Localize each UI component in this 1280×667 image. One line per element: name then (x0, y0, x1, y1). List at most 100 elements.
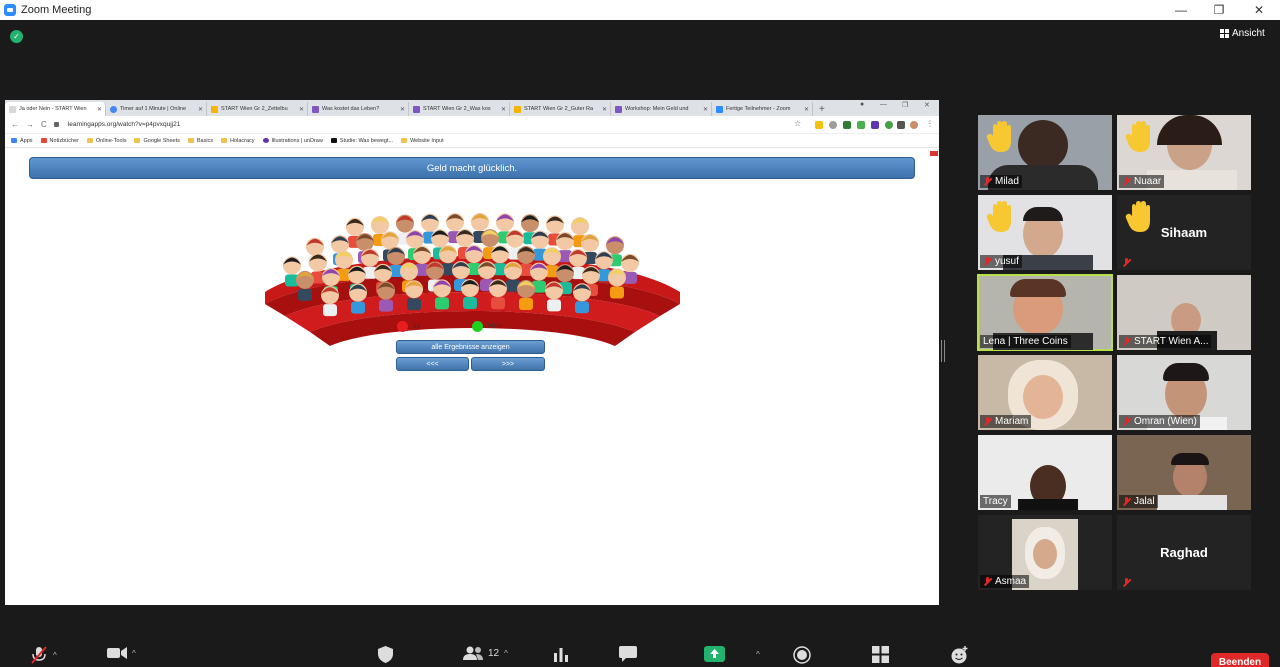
close-tab-icon[interactable]: ✕ (501, 106, 506, 113)
browser-menu-icon[interactable]: ⋮ (926, 119, 934, 128)
video-tile[interactable]: Sihaam (1117, 195, 1251, 270)
extensions-puzzle-icon[interactable] (897, 121, 905, 129)
character-body (575, 301, 589, 314)
browser-tab[interactable]: START Wien Gr 2_Guter Ra ✕ (510, 102, 611, 116)
browser-tab[interactable]: Fertige Teilnehmer - Zoom ✕ (712, 102, 813, 116)
language-flag-icon[interactable] (930, 151, 938, 156)
browser-tab[interactable]: Ja oder Nein - START Wien ✕ (5, 102, 106, 116)
close-tab-icon[interactable]: ✕ (299, 106, 304, 113)
legend-yes: Ja (397, 321, 420, 332)
bookmark-item[interactable]: Holacracy (221, 138, 255, 144)
extension-icon[interactable] (857, 121, 865, 129)
participant-status (1119, 577, 1134, 588)
video-tile[interactable]: Asmaa (978, 515, 1112, 590)
extension-icon[interactable] (843, 121, 851, 129)
security-button[interactable] (378, 646, 393, 663)
browser-tab[interactable]: Workshop: Mein Geld und ✕ (611, 102, 712, 116)
share-screen-button[interactable]: ^ (704, 646, 760, 662)
reactions-button[interactable] (951, 646, 969, 664)
muted-mic-icon (1122, 417, 1131, 426)
bookmark-star-icon[interactable]: ☆ (794, 119, 801, 128)
reload-icon[interactable]: C (41, 120, 47, 129)
browser-tab[interactable]: START Wien Gr 2_Zettelbu ✕ (207, 102, 308, 116)
character-body (298, 288, 312, 301)
browser-close-icon[interactable]: ✕ (924, 101, 930, 109)
close-tab-icon[interactable]: ✕ (602, 106, 607, 113)
close-tab-icon[interactable]: ✕ (804, 106, 809, 113)
bookmark-item[interactable]: Google Sheets (134, 138, 180, 144)
next-button[interactable]: >>> (471, 357, 545, 371)
tab-favicon-icon (312, 105, 319, 113)
participant-video (1171, 453, 1209, 465)
video-tile-active-speaker[interactable]: Lena | Three Coins (977, 274, 1113, 351)
previous-button[interactable]: <<< (396, 357, 469, 371)
folder-icon (187, 138, 194, 143)
extension-icon[interactable] (885, 121, 893, 129)
bookmark-item[interactable]: Basics (187, 138, 213, 144)
chevron-up-icon[interactable]: ^ (132, 649, 136, 658)
video-tile[interactable]: Omran (Wien) (1117, 355, 1251, 430)
extension-icon[interactable] (815, 121, 823, 129)
character-body (407, 298, 421, 311)
lock-icon (53, 122, 59, 127)
browser-tab[interactable]: Was kostet das Leben? ✕ (308, 102, 409, 116)
extension-icon[interactable] (871, 121, 879, 129)
close-tab-icon[interactable]: ✕ (703, 106, 708, 113)
close-tab-icon[interactable]: ✕ (198, 106, 203, 113)
browser-tab[interactable]: START Wien Gr 2_Was kos ✕ (409, 102, 510, 116)
video-button[interactable]: ^ (107, 646, 136, 660)
bookmark-item[interactable]: Illustrations | unDraw (262, 138, 323, 144)
video-tile[interactable]: Mariam (978, 355, 1112, 430)
video-tile[interactable]: yusuf (978, 195, 1112, 270)
panel-splitter-handle[interactable] (941, 340, 945, 362)
tab-search-icon[interactable]: ● (860, 101, 864, 108)
restore-button[interactable]: ❐ (1199, 0, 1239, 20)
minimize-button[interactable]: — (1161, 0, 1201, 20)
mute-button[interactable]: ^ (30, 646, 57, 664)
browser-restore-icon[interactable]: ❐ (902, 101, 908, 109)
microphone-muted-icon (31, 646, 47, 664)
back-icon[interactable]: ← (11, 120, 19, 129)
bookmark-item[interactable]: Website Input (401, 138, 444, 144)
close-tab-icon[interactable]: ✕ (400, 106, 405, 113)
video-tile[interactable]: Jalal (1117, 435, 1251, 510)
bookmark-item[interactable]: Online-Tools (86, 138, 126, 144)
new-tab-icon[interactable]: + (819, 104, 825, 115)
browser-tab[interactable]: Timer auf 1 Minute | Online ✕ (106, 102, 207, 116)
breakout-rooms-icon (872, 646, 889, 663)
profile-avatar-icon[interactable] (910, 121, 918, 129)
video-tile[interactable]: Milad (978, 115, 1112, 190)
character-body (519, 298, 533, 311)
security-shield-icon[interactable]: ✓ (10, 30, 23, 43)
tiktok-icon (330, 138, 337, 143)
view-button[interactable]: Ansicht (1220, 28, 1265, 39)
extension-icon[interactable] (829, 121, 837, 129)
close-tab-icon[interactable]: ✕ (97, 106, 102, 113)
url-field[interactable]: learningapps.org/watch?v=p4pvxqujj21 (68, 121, 181, 128)
tab-favicon-icon (716, 105, 723, 113)
close-button[interactable]: ✕ (1239, 0, 1279, 20)
chat-button[interactable] (619, 646, 637, 662)
polls-button[interactable] (553, 646, 569, 662)
chevron-up-icon[interactable]: ^ (504, 649, 508, 658)
end-meeting-button[interactable]: Beenden (1211, 653, 1269, 667)
participants-button[interactable]: 12 ^ (463, 646, 508, 660)
bookmark-item[interactable]: Notizbücher (40, 138, 79, 144)
video-camera-icon (107, 647, 127, 659)
folder-icon (401, 138, 408, 143)
bookmark-item[interactable]: Apps (11, 138, 33, 144)
browser-minimize-icon[interactable]: — (880, 101, 887, 108)
video-tile[interactable]: Tracy (978, 435, 1112, 510)
record-icon (793, 646, 811, 664)
show-all-results-button[interactable]: alle Ergebnisse anzeigen (396, 340, 545, 354)
breakout-rooms-button[interactable] (872, 646, 889, 663)
grid-icon (1220, 29, 1229, 38)
video-tile[interactable]: Nuaar (1117, 115, 1251, 190)
video-tile[interactable]: Raghad (1117, 515, 1251, 590)
chevron-up-icon[interactable]: ^ (756, 650, 760, 659)
video-tile[interactable]: START Wien A... (1117, 275, 1251, 350)
chevron-up-icon[interactable]: ^ (53, 651, 57, 660)
bookmark-item[interactable]: Studie: Was bewegt... (330, 138, 393, 144)
forward-icon[interactable]: → (26, 120, 34, 129)
record-button[interactable] (793, 646, 811, 664)
